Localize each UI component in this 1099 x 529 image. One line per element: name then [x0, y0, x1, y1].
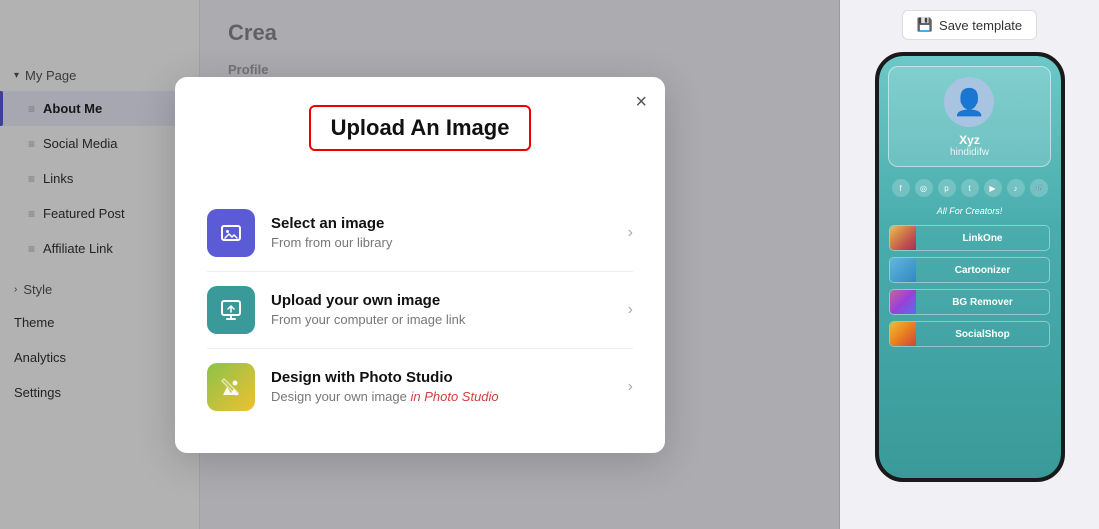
bgremover-thumb — [890, 289, 916, 315]
chevron-right-icon: › — [628, 378, 633, 396]
upload-icon — [207, 286, 255, 334]
save-template-label: Save template — [939, 18, 1022, 33]
upload-own-image-option[interactable]: Upload your own image From your computer… — [207, 272, 633, 349]
cartoonizer-label: Cartoonizer — [916, 265, 1048, 276]
bgremover-label: BG Remover — [916, 297, 1048, 308]
modal-overlay: × Upload An Image Select an image From f… — [0, 0, 840, 529]
cartoonizer-thumb — [890, 257, 916, 283]
phone-link-socialshop: SocialShop — [889, 321, 1049, 347]
select-image-text: Select an image From from our library — [271, 215, 628, 250]
phone-link-cartoonizer: Cartoonizer — [889, 257, 1049, 283]
phone-screen: 👤 Xyz hindidifw f ◎ p t ▶ ♪ 🔗 All For Cr… — [879, 56, 1061, 478]
phone-avatar: 👤 — [944, 77, 994, 127]
upload-own-text: Upload your own image From your computer… — [271, 292, 628, 327]
upload-own-title: Upload your own image — [271, 292, 628, 309]
save-template-button[interactable]: 💾 Save template — [902, 10, 1037, 40]
photo-studio-text: Design with Photo Studio Design your own… — [271, 369, 628, 404]
phone-profile-area: 👤 Xyz hindidifw — [888, 66, 1052, 167]
photo-studio-title: Design with Photo Studio — [271, 369, 628, 386]
phone-tag: All For Creators! — [937, 206, 1003, 216]
phone-link-bgremover: BG Remover — [889, 289, 1049, 315]
phone-link-linkone: LinkOne — [889, 225, 1049, 251]
social-icon-fb: f — [892, 179, 910, 197]
upload-own-subtitle: From your computer or image link — [271, 312, 628, 327]
photo-studio-highlight: in Photo Studio — [410, 389, 498, 404]
avatar-icon: 👤 — [953, 87, 985, 118]
chevron-right-icon: › — [628, 224, 633, 242]
social-icon-ig: ◎ — [915, 179, 933, 197]
select-image-subtitle: From from our library — [271, 235, 628, 250]
social-icon-youtube: ▶ — [984, 179, 1002, 197]
socialshop-label: SocialShop — [916, 329, 1048, 340]
social-icon-twitter: t — [961, 179, 979, 197]
social-icon-pinterest: p — [938, 179, 956, 197]
modal-title: Upload An Image — [309, 105, 532, 151]
social-icon-tiktok: ♪ — [1007, 179, 1025, 197]
library-icon — [207, 209, 255, 257]
linkone-label: LinkOne — [916, 233, 1048, 244]
upload-image-modal: × Upload An Image Select an image From f… — [175, 77, 665, 453]
linkone-thumb — [890, 225, 916, 251]
photo-studio-option[interactable]: Design with Photo Studio Design your own… — [207, 349, 633, 425]
phone-username: Xyz — [959, 133, 980, 147]
save-icon: 💾 — [917, 17, 933, 33]
modal-close-button[interactable]: × — [635, 91, 647, 114]
phone-handle: hindidifw — [950, 147, 989, 158]
select-image-title: Select an image — [271, 215, 628, 232]
photo-studio-subtitle: Design your own image in Photo Studio — [271, 389, 628, 404]
select-image-option[interactable]: Select an image From from our library › — [207, 195, 633, 272]
socialshop-thumb — [890, 321, 916, 347]
phone-frame: 👤 Xyz hindidifw f ◎ p t ▶ ♪ 🔗 All For Cr… — [875, 52, 1065, 482]
social-icon-link: 🔗 — [1030, 179, 1048, 197]
chevron-right-icon: › — [628, 301, 633, 319]
preview-panel: 💾 Save template 👤 Xyz hindidifw f ◎ p t … — [839, 0, 1099, 529]
phone-social-icons: f ◎ p t ▶ ♪ 🔗 — [892, 179, 1048, 197]
photo-studio-icon — [207, 363, 255, 411]
